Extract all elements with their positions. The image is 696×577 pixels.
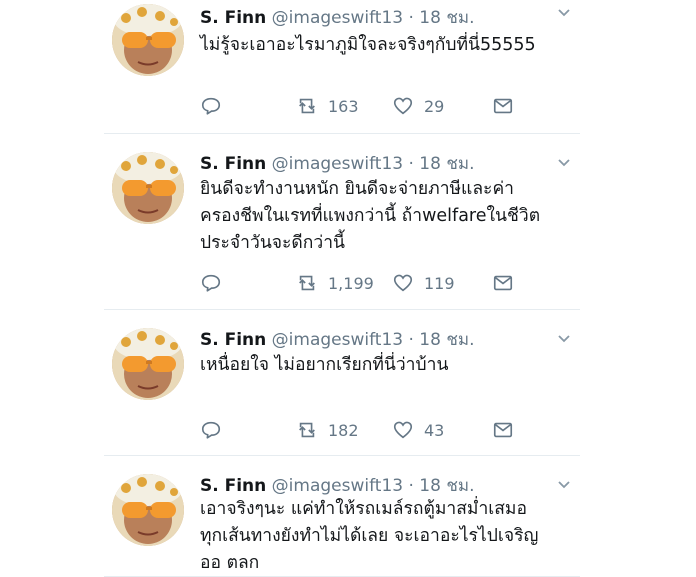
chevron-down-icon[interactable] [556, 330, 572, 346]
tweet-text: ยินดีจะทำงานหนัก ยินดีจะจ่ายภาษีและค่า ค… [200, 176, 540, 257]
tweet-line: ประจำวันจะดีกว่านี้ [200, 233, 346, 253]
chevron-down-icon[interactable] [556, 476, 572, 492]
tweet-header: S. Finn @imageswift13 · 18 ชม. [200, 326, 475, 353]
tweet-line: เอาจริงๆนะ แค่ทำให้รถเมล์รถตู้มาสม่ำเสมอ [200, 499, 527, 519]
timestamp[interactable]: · 18 ชม. [409, 330, 475, 350]
retweet-button[interactable]: 1,199 [296, 272, 374, 294]
user-handle[interactable]: @imageswift13 [272, 476, 403, 496]
timestamp[interactable]: · 18 ชม. [409, 154, 475, 174]
tweet-header: S. Finn @imageswift13 · 18 ชม. [200, 4, 475, 31]
user-name[interactable]: S. Finn [200, 476, 266, 496]
user-name[interactable]: S. Finn [200, 8, 266, 28]
like-count: 43 [424, 420, 445, 440]
direct-message-button[interactable] [492, 95, 524, 117]
tweet-actions: 182 43 [200, 419, 560, 443]
retweet-button[interactable]: 163 [296, 95, 359, 117]
user-handle[interactable]: @imageswift13 [272, 330, 403, 350]
tweet[interactable]: S. Finn @imageswift13 · 18 ชม. เหนื่อยใจ… [104, 310, 580, 456]
retweet-button[interactable]: 182 [296, 419, 359, 441]
avatar[interactable] [112, 474, 184, 546]
tweet-header: S. Finn @imageswift13 · 18 ชม. [200, 150, 475, 177]
retweet-icon [299, 98, 315, 114]
retweet-count: 163 [328, 96, 359, 116]
reply-button[interactable] [200, 95, 232, 117]
chevron-down-icon[interactable] [556, 4, 572, 20]
tweet-text: ไม่รู้จะเอาอะไรมาภูมิใจละจริงๆกับที่นี่5… [200, 32, 536, 59]
tweet[interactable]: S. Finn @imageswift13 · 18 ชม. ไม่รู้จะเ… [104, 0, 580, 134]
chevron-down-icon[interactable] [556, 154, 572, 170]
like-count: 29 [424, 96, 445, 116]
heart-icon [393, 274, 413, 292]
retweet-icon [299, 275, 315, 291]
tweet-actions: 1,199 119 [200, 272, 560, 296]
tweet-line: ครองชีพในเรทที่แพงกว่านี้ ถ้าwelfareในชี… [200, 206, 541, 226]
heart-icon [393, 97, 413, 115]
timestamp[interactable]: · 18 ชม. [409, 476, 475, 496]
reply-button[interactable] [200, 419, 232, 441]
user-handle[interactable]: @imageswift13 [272, 8, 403, 28]
tweet[interactable]: S. Finn @imageswift13 · 18 ชม. เอาจริงๆน… [104, 456, 580, 577]
tweet-text: เหนื่อยใจ ไม่อยากเรียกที่นี่ว่าบ้าน [200, 352, 448, 379]
direct-message-button[interactable] [492, 419, 524, 441]
like-count: 119 [424, 273, 455, 293]
direct-message-button[interactable] [492, 272, 524, 294]
tweet-line: ทุกเส้นทางยังทำไม่ได้เลย จะเอาอะไรไปเจริ… [200, 526, 539, 546]
envelope-icon [493, 98, 513, 114]
avatar[interactable] [112, 152, 184, 224]
tweet[interactable]: S. Finn @imageswift13 · 18 ชม. ยินดีจะทำ… [104, 134, 580, 310]
tweet-line: เหนื่อยใจ ไม่อยากเรียกที่นี่ว่าบ้าน [200, 355, 449, 375]
avatar[interactable] [112, 4, 184, 76]
avatar[interactable] [112, 328, 184, 400]
reply-icon [201, 274, 221, 292]
retweet-icon [299, 422, 315, 438]
tweet-actions: 163 29 [200, 95, 560, 119]
tweet-text: เอาจริงๆนะ แค่ทำให้รถเมล์รถตู้มาสม่ำเสมอ… [200, 496, 538, 577]
tweet-header: S. Finn @imageswift13 · 18 ชม. [200, 472, 475, 499]
timestamp[interactable]: · 18 ชม. [409, 8, 475, 28]
tweet-feed: S. Finn @imageswift13 · 18 ชม. ไม่รู้จะเ… [0, 0, 696, 577]
tweet-line: ยินดีจะทำงานหนัก ยินดีจะจ่ายภาษีและค่า [200, 179, 514, 199]
reply-icon [201, 421, 221, 439]
retweet-count: 1,199 [328, 273, 374, 293]
user-name[interactable]: S. Finn [200, 154, 266, 174]
like-button[interactable]: 43 [392, 419, 444, 441]
retweet-count: 182 [328, 420, 359, 440]
envelope-icon [493, 422, 513, 438]
heart-icon [393, 421, 413, 439]
like-button[interactable]: 29 [392, 95, 444, 117]
reply-button[interactable] [200, 272, 232, 294]
tweet-line: ไม่รู้จะเอาอะไรมาภูมิใจละจริงๆกับที่นี่5… [200, 35, 536, 55]
user-handle[interactable]: @imageswift13 [272, 154, 403, 174]
envelope-icon [493, 275, 513, 291]
user-name[interactable]: S. Finn [200, 330, 266, 350]
reply-icon [201, 97, 221, 115]
tweet-line: ออ ตลก [200, 553, 260, 573]
like-button[interactable]: 119 [392, 272, 455, 294]
